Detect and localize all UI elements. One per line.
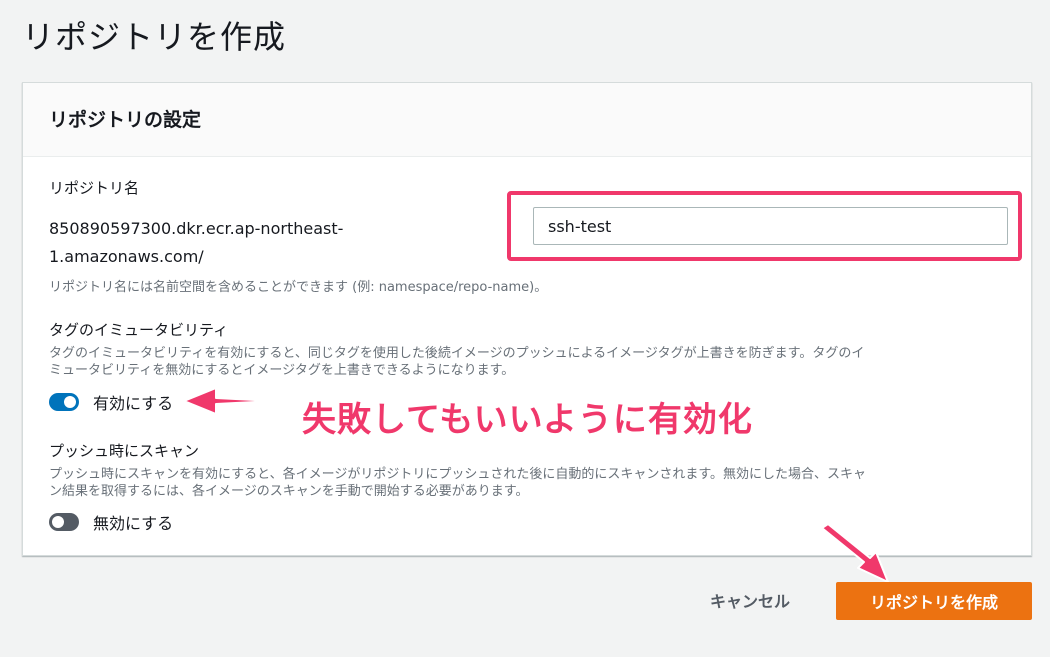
tag-immutability-desc-line1: タグのイミュータビリティを有効にすると、同じタグを使用した後続イメージのプッシュ… bbox=[49, 346, 865, 361]
scan-on-push-toggle-label: 無効にする bbox=[93, 514, 174, 533]
cancel-button[interactable]: キャンセル bbox=[690, 582, 810, 618]
tag-immutability-toggle[interactable] bbox=[49, 393, 79, 411]
repo-uri-prefix: 850890597300.dkr.ecr.ap-northeast- 1.ama… bbox=[49, 215, 399, 271]
create-repository-button[interactable]: リポジトリを作成 bbox=[836, 582, 1032, 620]
toggle-knob bbox=[64, 396, 76, 408]
repo-name-label: リポジトリ名 bbox=[49, 179, 140, 197]
annotation-arrow-left-icon bbox=[183, 387, 275, 415]
scan-on-push-toggle-row[interactable]: 無効にする bbox=[49, 510, 173, 534]
toggle-knob bbox=[52, 516, 64, 528]
scan-on-push-description: プッシュ時にスキャンを有効にすると、各イメージがリポジトリにプッシュされた後に自… bbox=[49, 466, 1009, 500]
repo-name-input[interactable] bbox=[533, 207, 1008, 245]
scan-on-push-toggle[interactable] bbox=[49, 513, 79, 531]
tag-immutability-title: タグのイミュータビリティ bbox=[49, 321, 229, 339]
repo-name-hint: リポジトリ名には名前空間を含めることができます (例: namespace/re… bbox=[49, 280, 548, 295]
scan-on-push-title: プッシュ時にスキャン bbox=[49, 442, 200, 460]
tag-immutability-toggle-row[interactable]: 有効にする bbox=[49, 390, 173, 414]
repo-uri-prefix-line1: 850890597300.dkr.ecr.ap-northeast- bbox=[49, 219, 344, 238]
tag-immutability-description: タグのイミュータビリティを有効にすると、同じタグを使用した後続イメージのプッシュ… bbox=[49, 345, 1009, 379]
annotation-arrow-down-icon bbox=[821, 523, 889, 583]
page-title: リポジトリを作成 bbox=[22, 18, 287, 56]
tag-immutability-toggle-label: 有効にする bbox=[93, 394, 174, 413]
panel-header: リポジトリの設定 bbox=[23, 83, 1031, 157]
scan-on-push-desc-line2: ン結果を取得するには、各イメージのスキャンを手動で開始する必要があります。 bbox=[49, 484, 529, 499]
scan-on-push-desc-line1: プッシュ時にスキャンを有効にすると、各イメージがリポジトリにプッシュされた後に自… bbox=[49, 467, 867, 482]
repository-settings-panel: リポジトリの設定 リポジトリ名 850890597300.dkr.ecr.ap-… bbox=[22, 82, 1032, 556]
annotation-text: 失敗してもいいように有効化 bbox=[302, 400, 753, 440]
tag-immutability-desc-line2: ミュータビリティを無効にするとイメージタグを上書きできるようになります。 bbox=[49, 363, 515, 378]
panel-title: リポジトリの設定 bbox=[49, 109, 202, 131]
repo-uri-prefix-line2: 1.amazonaws.com/ bbox=[49, 247, 204, 266]
